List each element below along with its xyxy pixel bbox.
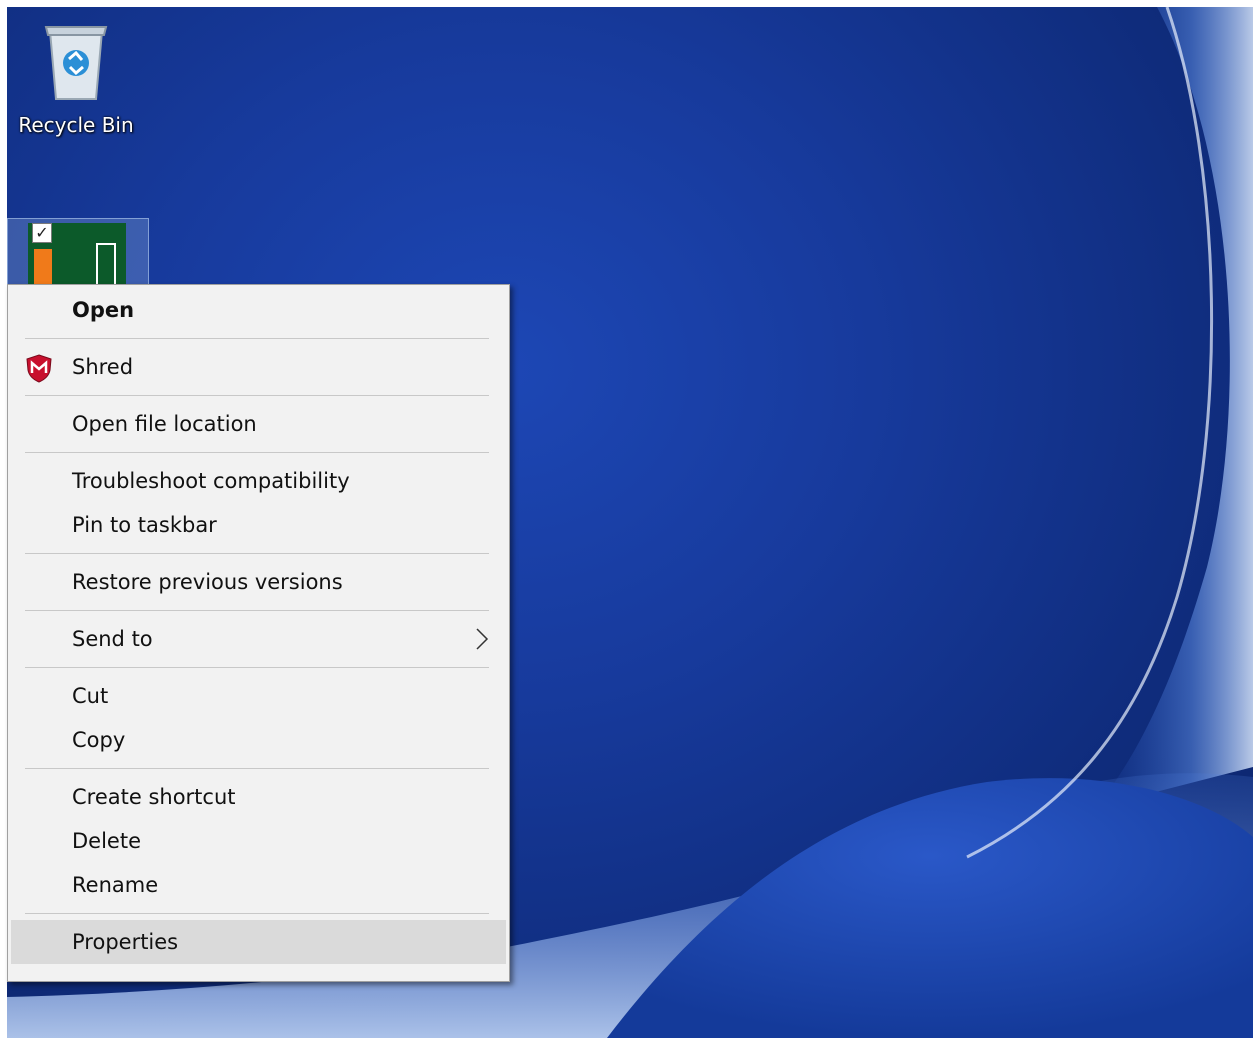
menu-item-open[interactable]: Open bbox=[8, 288, 509, 332]
menu-item-label: Copy bbox=[72, 728, 126, 752]
menu-separator bbox=[25, 610, 489, 611]
context-menu: Open Shred Open file location Troublesho… bbox=[7, 284, 510, 982]
menu-item-open-file-location[interactable]: Open file location bbox=[8, 402, 509, 446]
recycle-bin-icon bbox=[44, 26, 108, 100]
menu-item-delete[interactable]: Delete bbox=[8, 819, 509, 863]
menu-item-label: Delete bbox=[72, 829, 141, 853]
chevron-right-icon bbox=[476, 628, 489, 650]
menu-separator bbox=[25, 395, 489, 396]
menu-item-label: Create shortcut bbox=[72, 785, 236, 809]
app-icon-outline bbox=[96, 243, 116, 289]
menu-item-label: Troubleshoot compatibility bbox=[72, 469, 350, 493]
menu-item-label: Send to bbox=[72, 627, 153, 651]
menu-item-label: Shred bbox=[72, 355, 134, 379]
menu-item-create-shortcut[interactable]: Create shortcut bbox=[8, 775, 509, 819]
menu-item-label: Open bbox=[72, 298, 135, 322]
menu-item-rename[interactable]: Rename bbox=[8, 863, 509, 907]
app-icon-bar bbox=[34, 249, 52, 289]
recycle-bin-shortcut[interactable]: Recycle Bin bbox=[11, 17, 141, 137]
recycle-bin-label: Recycle Bin bbox=[18, 113, 134, 137]
menu-item-restore-previous-versions[interactable]: Restore previous versions bbox=[8, 560, 509, 604]
menu-separator bbox=[25, 553, 489, 554]
menu-item-label: Pin to taskbar bbox=[72, 513, 217, 537]
menu-item-label: Cut bbox=[72, 684, 109, 708]
menu-separator bbox=[25, 338, 489, 339]
menu-separator bbox=[25, 768, 489, 769]
menu-item-cut[interactable]: Cut bbox=[8, 674, 509, 718]
menu-item-shred[interactable]: Shred bbox=[8, 345, 509, 389]
menu-item-label: Properties bbox=[72, 930, 179, 954]
menu-item-send-to[interactable]: Send to bbox=[8, 617, 509, 661]
selected-app-shortcut[interactable]: ✓ bbox=[7, 218, 149, 289]
menu-separator bbox=[25, 452, 489, 453]
menu-item-properties[interactable]: Properties bbox=[11, 920, 506, 964]
menu-separator bbox=[25, 667, 489, 668]
menu-item-pin-to-taskbar[interactable]: Pin to taskbar bbox=[8, 503, 509, 547]
mcafee-shield-icon bbox=[26, 354, 52, 383]
menu-item-copy[interactable]: Copy bbox=[8, 718, 509, 762]
menu-item-label: Restore previous versions bbox=[72, 570, 343, 594]
menu-separator bbox=[25, 913, 489, 914]
menu-item-troubleshoot-compatibility[interactable]: Troubleshoot compatibility bbox=[8, 459, 509, 503]
selection-checkbox-icon[interactable]: ✓ bbox=[32, 223, 52, 243]
menu-item-label: Open file location bbox=[72, 412, 257, 436]
menu-item-label: Rename bbox=[72, 873, 159, 897]
